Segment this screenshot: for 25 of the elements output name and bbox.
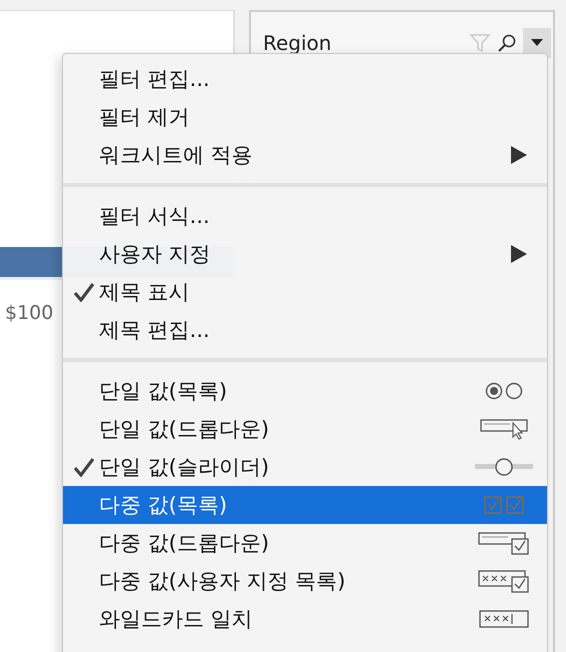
search-icon[interactable] — [497, 33, 517, 53]
menu-item[interactable]: 사용자 지정 — [63, 235, 547, 273]
checkboxes-icon — [484, 495, 524, 515]
menu-item[interactable]: 다중 값(목록) — [63, 486, 547, 524]
menu-item[interactable]: 단일 값(드롭다운) — [63, 410, 547, 448]
menu-item[interactable]: 다중 값(사용자 지정 목록) — [63, 562, 547, 600]
radio-buttons-icon — [484, 381, 524, 401]
axis-label: $100 — [5, 302, 54, 324]
menu-item[interactable]: 제목 편집... — [63, 311, 547, 349]
menu-item[interactable]: 와일드카드 일치 — [63, 600, 547, 638]
dropdown-cursor-icon — [480, 418, 528, 440]
menu-item[interactable]: 필터 서식... — [63, 197, 547, 235]
menu-item[interactable]: 단일 값(슬라이더) — [63, 448, 547, 486]
menu-item[interactable]: 제목 표시 — [63, 273, 547, 311]
dropdown-checkbox-icon — [478, 531, 530, 555]
typed-list-checkbox-icon — [478, 569, 530, 593]
menu-item[interactable]: 워크시트에 적용 — [63, 136, 547, 174]
menu-item[interactable]: 필터 제거 — [63, 98, 547, 136]
menu-item[interactable]: 필터 편집... — [63, 60, 547, 98]
typed-field-icon — [479, 609, 529, 629]
filter-title: Region — [263, 31, 332, 55]
caret-icon — [531, 39, 543, 47]
menu-item[interactable]: 단일 값(목록) — [63, 372, 547, 410]
slider-icon — [475, 457, 533, 477]
menu-item[interactable]: 다중 값(드롭다운) — [63, 524, 547, 562]
